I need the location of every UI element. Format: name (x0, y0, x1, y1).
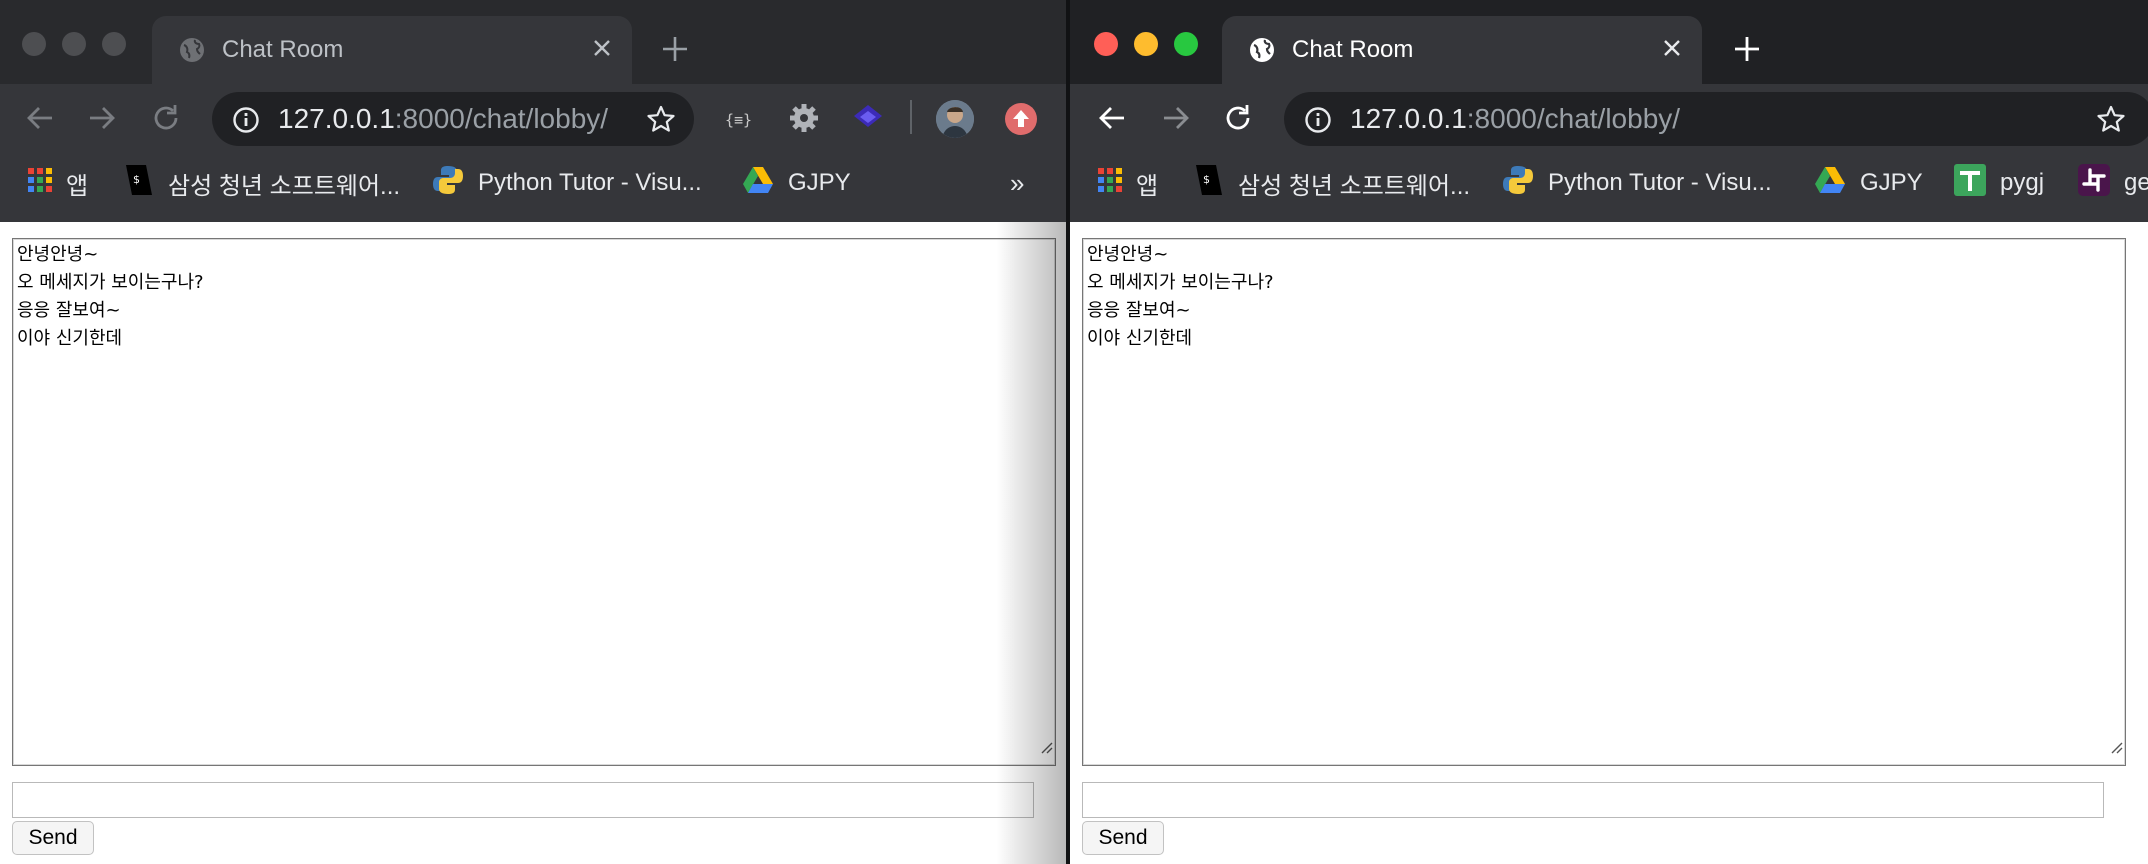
forward-arrow-icon[interactable] (1160, 102, 1192, 139)
google-sheets-icon (1954, 163, 1986, 203)
bookmark-ge[interactable]: ge (2078, 163, 2148, 203)
close-tab-icon[interactable] (590, 36, 614, 65)
bookmarks-bar: 앱 $ 삼성 청년 소프트웨어... Python Tutor - Visu..… (1070, 158, 2148, 208)
send-button[interactable]: Send (1082, 821, 1164, 855)
chat-message: 안녕안녕~ (17, 244, 99, 265)
globe-icon (178, 36, 206, 69)
bookmark-label: 앱 (1136, 172, 1159, 200)
bookmark-star-icon[interactable] (646, 104, 676, 139)
chat-message: 오 메세지가 보이는구나? (1087, 272, 1274, 293)
new-tab-icon[interactable] (1732, 34, 1762, 69)
address-bar[interactable]: 127.0.0.1:8000/chat/lobby/ (212, 92, 694, 146)
bookmark-python-tutor[interactable]: Python Tutor - Visu... (432, 164, 702, 203)
bookmark-apps[interactable]: 앱 (1098, 166, 1158, 200)
bookmark-label: 삼성 청년 소프트웨어... (168, 172, 401, 200)
bookmark-gjpy[interactable]: GJPY (1814, 166, 1923, 200)
tab-title: Chat Room (1292, 36, 1414, 63)
page-content: 안녕안녕~ 오 메세지가 보이는구나? 응응 잘보여~ 이야 신기한데 Send (0, 222, 1066, 864)
address-bar[interactable]: 127.0.0.1:8000/chat/lobby/ (1284, 92, 2148, 146)
site-info-icon[interactable] (1304, 106, 1332, 139)
tab-title: Chat Room (222, 36, 344, 63)
tab-chat-room[interactable]: Chat Room (1222, 16, 1702, 84)
json-viewer-icon[interactable]: {≡} (724, 106, 756, 137)
chat-message: 안녕안녕~ (1087, 244, 1169, 265)
svg-text:{≡}: {≡} (725, 111, 752, 129)
reload-icon[interactable] (150, 102, 182, 139)
chat-message: 응응 잘보여~ (17, 300, 121, 321)
python-icon (1502, 164, 1534, 203)
zoom-window-button[interactable] (102, 32, 126, 56)
message-input[interactable] (12, 782, 1034, 818)
bookmark-apps[interactable]: 앱 (28, 166, 88, 200)
chat-message: 이야 신기한데 (1087, 328, 1193, 349)
bookmark-star-icon[interactable] (2096, 104, 2126, 139)
page-content: 안녕안녕~ 오 메세지가 보이는구나? 응응 잘보여~ 이야 신기한데 Send (1070, 222, 2148, 864)
bookmark-label: ge (2124, 169, 2148, 196)
chat-message: 응응 잘보여~ (1087, 300, 1191, 321)
close-tab-icon[interactable] (1660, 36, 1684, 65)
globe-icon (1248, 36, 1276, 69)
message-input[interactable] (1082, 782, 2104, 818)
dollar-doc-icon: $ (1194, 163, 1224, 204)
tab-strip: Chat Room (1070, 0, 2148, 84)
bookmark-samsung[interactable]: $ 삼성 청년 소프트웨어... (1194, 164, 1471, 200)
dollar-doc-icon: $ (124, 163, 154, 204)
chat-message: 오 메세지가 보이는구나? (17, 272, 204, 293)
url-text: 127.0.0.1:8000/chat/lobby/ (1350, 103, 1681, 134)
browser-chrome: Chat Room 127.0.0.1:8000/chat/lobby/ (1070, 0, 2148, 222)
layers-icon[interactable] (852, 102, 884, 139)
toolbar-divider (910, 100, 912, 134)
close-window-button[interactable] (1094, 32, 1118, 56)
close-window-button[interactable] (22, 32, 46, 56)
profile-avatar[interactable] (936, 100, 974, 138)
window-shadow (996, 222, 1066, 864)
upload-icon[interactable] (1004, 102, 1038, 141)
site-info-icon[interactable] (232, 106, 260, 139)
bookmark-label: pygj (2000, 169, 2045, 196)
browser-chrome: Chat Room 127.0.0.1:8000/chat/lobby/ (0, 0, 1066, 222)
bookmark-label: 삼성 청년 소프트웨어... (1238, 172, 1471, 200)
zoom-window-button[interactable] (1174, 32, 1198, 56)
bookmark-pygj[interactable]: pygj (1954, 163, 2045, 203)
reload-icon[interactable] (1222, 102, 1254, 139)
chat-message: 이야 신기한데 (17, 328, 123, 349)
bookmarks-overflow-button[interactable]: » (1010, 166, 1024, 200)
resize-handle-icon[interactable] (2109, 735, 2123, 763)
google-drive-icon (1814, 166, 1846, 201)
apps-grid-icon (28, 167, 52, 199)
back-arrow-icon[interactable] (24, 102, 56, 139)
bookmark-label: Python Tutor - Visu... (1548, 169, 1772, 196)
python-icon (432, 164, 464, 203)
bookmark-gjpy[interactable]: GJPY (742, 166, 851, 200)
browser-window-left: Chat Room 127.0.0.1:8000/chat/lobby/ {≡}… (0, 0, 1066, 864)
slack-icon (2078, 163, 2110, 203)
bookmark-label: Python Tutor - Visu... (478, 169, 702, 196)
tab-chat-room[interactable]: Chat Room (152, 16, 632, 84)
browser-window-right: Chat Room 127.0.0.1:8000/chat/lobby/ 앱 $… (1070, 0, 2148, 864)
send-button[interactable]: Send (12, 821, 94, 855)
apps-grid-icon (1098, 167, 1122, 199)
url-text: 127.0.0.1:8000/chat/lobby/ (278, 103, 609, 134)
svg-text:$: $ (133, 173, 140, 186)
bookmark-python-tutor[interactable]: Python Tutor - Visu... (1502, 164, 1772, 203)
bookmark-label: 앱 (66, 172, 89, 200)
tab-strip: Chat Room (0, 0, 1066, 84)
bookmark-label: GJPY (1860, 169, 1923, 196)
bookmark-label: GJPY (788, 169, 851, 196)
bookmarks-bar: 앱 $ 삼성 청년 소프트웨어... Python Tutor - Visu..… (0, 158, 1066, 208)
bookmark-samsung[interactable]: $ 삼성 청년 소프트웨어... (124, 164, 401, 200)
forward-arrow-icon[interactable] (86, 102, 118, 139)
new-tab-icon[interactable] (660, 34, 690, 69)
chat-log-textarea[interactable]: 안녕안녕~ 오 메세지가 보이는구나? 응응 잘보여~ 이야 신기한데 (12, 238, 1056, 766)
gear-icon[interactable] (788, 102, 820, 139)
minimize-window-button[interactable] (1134, 32, 1158, 56)
google-drive-icon (742, 166, 774, 201)
chat-log-textarea[interactable]: 안녕안녕~ 오 메세지가 보이는구나? 응응 잘보여~ 이야 신기한데 (1082, 238, 2126, 766)
minimize-window-button[interactable] (62, 32, 86, 56)
back-arrow-icon[interactable] (1096, 102, 1128, 139)
svg-text:$: $ (1203, 173, 1210, 186)
